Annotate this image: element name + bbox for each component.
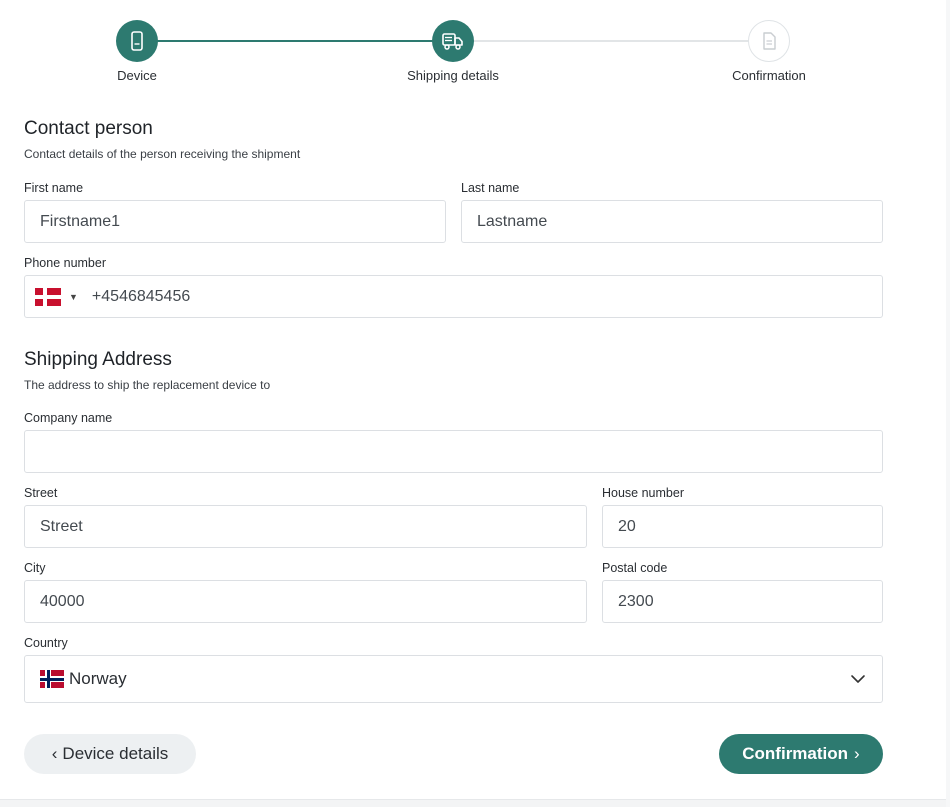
step-confirmation-circle <box>748 20 790 62</box>
last-name-label: Last name <box>461 181 520 195</box>
scroll-gutter <box>946 0 950 807</box>
contact-section-subtitle: Contact details of the person receiving … <box>24 147 301 161</box>
postal-code-field[interactable]: 2300 <box>602 580 883 623</box>
chevron-left-icon: ‹ <box>51 744 58 763</box>
country-selected: Norway <box>40 669 127 689</box>
denmark-flag-icon[interactable] <box>35 287 61 306</box>
city-value: 40000 <box>40 592 85 610</box>
city-field[interactable]: 40000 <box>24 580 587 623</box>
phone-field[interactable]: ▼ +4546845456 <box>24 275 883 318</box>
last-name-field[interactable]: Lastname <box>461 200 883 243</box>
stepper-progress-line <box>137 40 453 42</box>
house-number-field[interactable]: 20 <box>602 505 883 548</box>
phone-icon <box>131 31 143 51</box>
first-name-value: Firstname1 <box>40 212 121 230</box>
footer-divider <box>0 799 950 807</box>
norway-flag-icon <box>40 670 64 688</box>
chevron-right-icon: › <box>854 744 860 763</box>
contact-section-title: Contact person <box>24 118 153 139</box>
city-label: City <box>24 561 46 575</box>
country-label: Country <box>24 636 68 650</box>
street-field[interactable]: Street <box>24 505 587 548</box>
country-value: Norway <box>69 669 127 688</box>
first-name-label: First name <box>24 181 84 195</box>
postal-code-label: Postal code <box>602 561 668 575</box>
phone-label: Phone number <box>24 256 107 270</box>
back-button-label: Device details <box>62 744 169 763</box>
postal-code-value: 2300 <box>618 592 654 610</box>
step-device-label: Device <box>117 68 157 83</box>
next-button-label: Confirmation <box>742 744 849 763</box>
truck-icon <box>442 33 463 50</box>
street-label: Street <box>24 486 58 500</box>
first-name-field[interactable]: Firstname1 <box>24 200 446 243</box>
house-number-label: House number <box>602 486 684 500</box>
chevron-down-icon <box>851 675 865 683</box>
confirmation-next-button[interactable]: Confirmation › <box>719 734 883 774</box>
country-select[interactable]: Norway <box>24 655 883 703</box>
shipping-section-subtitle: The address to ship the replacement devi… <box>24 378 271 392</box>
step-shipping-circle <box>432 20 474 62</box>
device-details-back-button[interactable]: ‹ Device details <box>24 734 196 774</box>
document-icon <box>763 32 776 50</box>
progress-stepper: Device Shipping details Confirmation <box>0 0 950 100</box>
house-number-value: 20 <box>618 517 636 535</box>
step-device-circle[interactable] <box>116 20 158 62</box>
shipping-section-title: Shipping Address <box>24 349 172 370</box>
last-name-value: Lastname <box>477 212 548 230</box>
step-confirmation-label: Confirmation <box>732 68 806 83</box>
country-code-dropdown-icon[interactable]: ▼ <box>69 292 78 302</box>
street-value: Street <box>40 517 83 535</box>
company-name-label: Company name <box>24 411 113 425</box>
stepper-remaining-line <box>453 40 769 42</box>
step-shipping-label: Shipping details <box>407 68 499 83</box>
company-name-field[interactable] <box>24 430 883 473</box>
phone-value: +4546845456 <box>91 287 191 305</box>
